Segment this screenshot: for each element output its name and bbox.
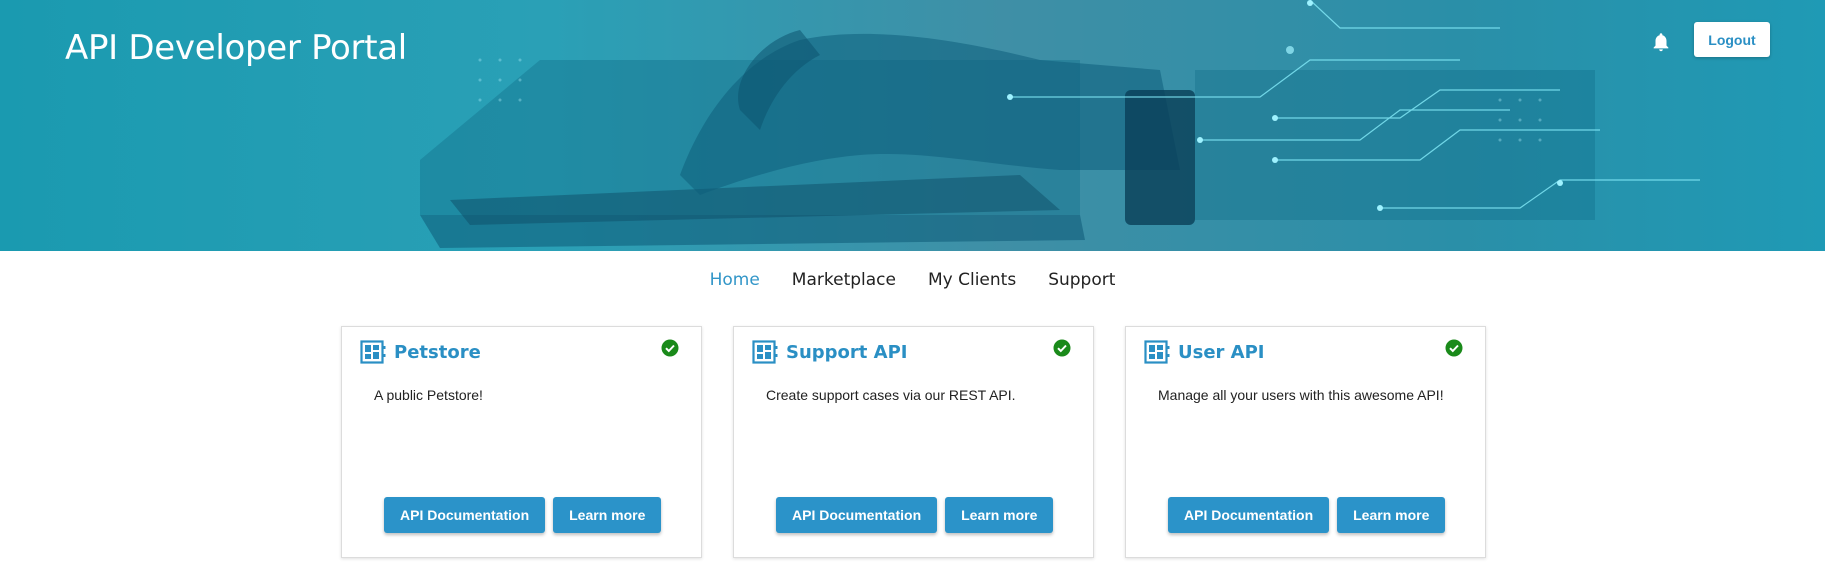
card-description: Create support cases via our REST API. <box>766 387 1016 403</box>
learn-more-button[interactable]: Learn more <box>1337 497 1446 533</box>
api-icon <box>1144 340 1170 364</box>
card-header: Petstore <box>360 339 481 365</box>
nav-item-home[interactable]: Home <box>710 268 760 292</box>
bell-icon[interactable] <box>1650 30 1672 54</box>
card-description: Manage all your users with this awesome … <box>1158 387 1444 403</box>
api-documentation-button[interactable]: API Documentation <box>1168 497 1330 533</box>
card-title[interactable]: Petstore <box>394 342 481 363</box>
logout-button[interactable]: Logout <box>1694 22 1770 57</box>
portal-title: API Developer Portal <box>65 28 407 68</box>
check-circle-icon <box>1053 339 1071 357</box>
card-header: Support API <box>752 339 907 365</box>
check-circle-icon <box>661 339 679 357</box>
card-actions: API Documentation Learn more <box>776 497 1054 533</box>
nav-item-support[interactable]: Support <box>1048 268 1115 292</box>
main-nav: Home Marketplace My Clients Support <box>0 268 1825 292</box>
api-card-petstore: Petstore A public Petstore! API Document… <box>341 326 702 558</box>
card-title[interactable]: User API <box>1178 342 1265 363</box>
card-description: A public Petstore! <box>374 387 483 403</box>
learn-more-button[interactable]: Learn more <box>945 497 1054 533</box>
nav-item-marketplace[interactable]: Marketplace <box>792 268 896 292</box>
card-title[interactable]: Support API <box>786 342 907 363</box>
api-card-support-api: Support API Create support cases via our… <box>733 326 1094 558</box>
learn-more-button[interactable]: Learn more <box>553 497 662 533</box>
api-icon <box>360 340 386 364</box>
api-documentation-button[interactable]: API Documentation <box>776 497 938 533</box>
card-header: User API <box>1144 339 1265 365</box>
card-actions: API Documentation Learn more <box>1168 497 1446 533</box>
hero-banner: API Developer Portal Logout <box>0 0 1825 251</box>
api-card-user-api: User API Manage all your users with this… <box>1125 326 1486 558</box>
check-circle-icon <box>1445 339 1463 357</box>
api-documentation-button[interactable]: API Documentation <box>384 497 546 533</box>
nav-item-my-clients[interactable]: My Clients <box>928 268 1016 292</box>
card-actions: API Documentation Learn more <box>384 497 662 533</box>
api-icon <box>752 340 778 364</box>
